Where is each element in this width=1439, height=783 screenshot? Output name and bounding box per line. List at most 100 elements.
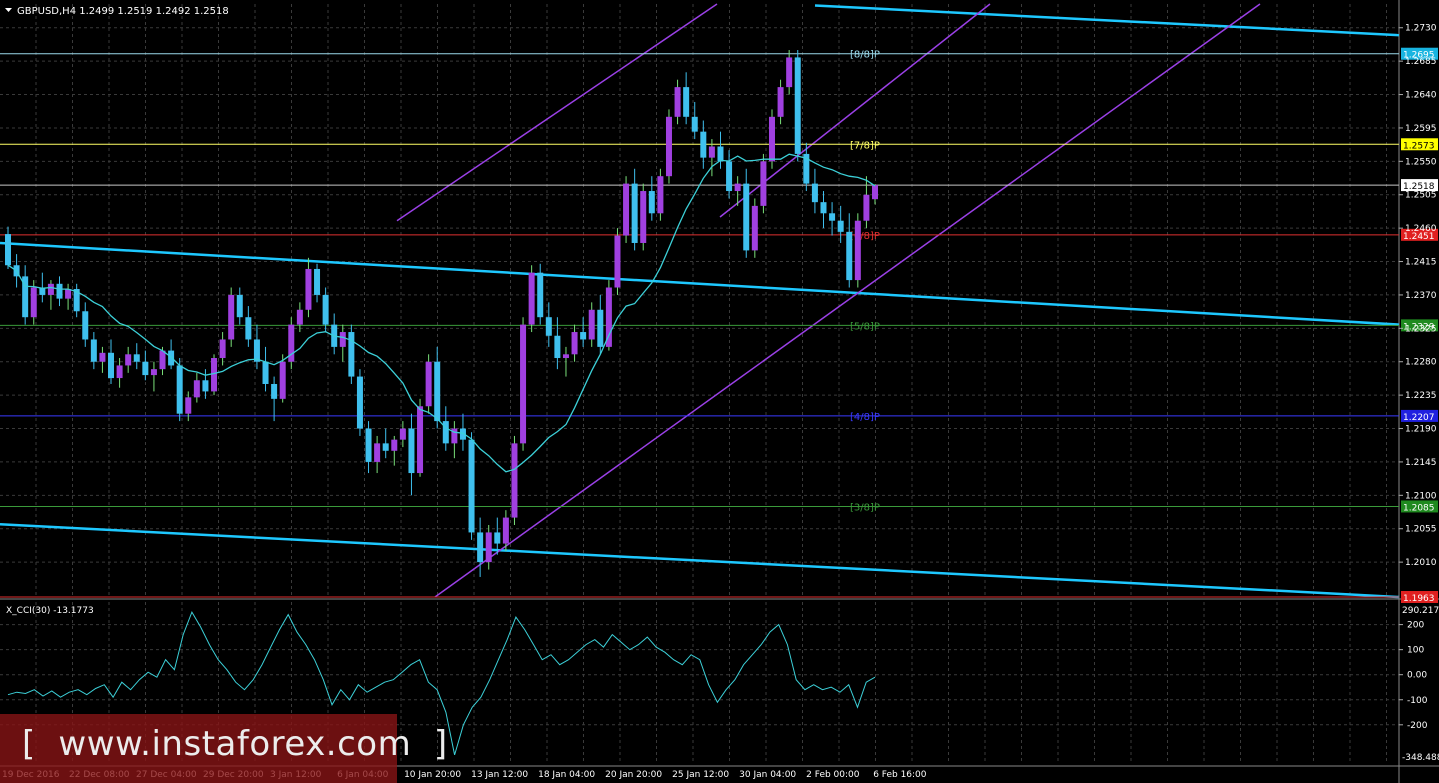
candle-body <box>47 283 54 295</box>
level-label: [5/8]P <box>850 321 880 332</box>
y-tick-label: 1.2235 <box>1405 391 1437 401</box>
cci-min-label: -348.4880 <box>1402 753 1439 763</box>
candle-body <box>477 532 484 563</box>
candle-body <box>562 354 569 359</box>
level-label: [7/8]P <box>850 140 880 151</box>
y-tick-label: 1.2685 <box>1405 57 1437 67</box>
candle-body <box>116 365 123 379</box>
candle-body <box>708 146 715 158</box>
candle-body <box>494 532 501 544</box>
candle-body <box>434 361 441 422</box>
candle-body <box>133 354 140 362</box>
candle-body <box>279 361 286 399</box>
level-price-tag-text: 1.2573 <box>1403 141 1435 151</box>
candle-body <box>863 194 870 221</box>
candle-body <box>786 57 793 88</box>
y-tick-label: 1.2550 <box>1405 157 1437 167</box>
y-tick-label: 1.2325 <box>1405 324 1437 334</box>
cci-header: X_CCI(30) -13.1773 <box>6 606 94 616</box>
candle-body <box>717 146 724 162</box>
y-tick-label: 1.2190 <box>1405 425 1437 435</box>
y-tick-label: 1.2505 <box>1405 191 1437 201</box>
candle-body <box>734 183 741 192</box>
cci-tick-label: 0.00 <box>1407 671 1427 681</box>
candle-body <box>382 443 389 451</box>
candle-body <box>485 532 492 563</box>
level-price-tag-text: 1.2207 <box>1403 413 1435 423</box>
candle-body <box>176 365 183 414</box>
candle-body <box>271 383 278 399</box>
candle-body <box>854 220 861 281</box>
candle-body <box>399 428 406 440</box>
candle-body <box>65 288 72 299</box>
candle-body <box>417 406 424 474</box>
y-tick-label: 1.2100 <box>1405 491 1437 501</box>
candle-body <box>511 443 518 518</box>
cci-tick-label: 100 <box>1407 646 1424 656</box>
candle-body <box>674 87 681 117</box>
candle-body <box>665 116 672 177</box>
candle-body <box>829 213 836 221</box>
candle-body <box>811 183 818 203</box>
candle-body <box>56 283 63 299</box>
candle-body <box>82 311 89 340</box>
level-label: [3/8]P <box>850 502 880 513</box>
candle-body <box>528 272 535 325</box>
candle-body <box>605 287 612 347</box>
y-tick-label: 1.2055 <box>1405 525 1437 535</box>
candle-body <box>99 352 106 362</box>
candle-body <box>580 332 587 340</box>
candle-body <box>253 339 260 362</box>
candle-body <box>794 57 801 154</box>
candle-body <box>125 354 132 366</box>
x-tick-label: 25 Jan 12:00 <box>672 770 729 780</box>
candle-body <box>623 183 630 236</box>
level-label: [8/8]P <box>850 50 880 61</box>
candle-body <box>305 268 312 310</box>
candle-body <box>185 397 192 414</box>
chart-root: [8/8]P 1.2695 [7/8]P 1.2573 1.2518 [6/8]P 1.24… <box>0 0 1439 783</box>
cci-tick-label: -100 <box>1407 696 1428 706</box>
candle-body <box>168 350 175 366</box>
candle-body <box>691 116 698 132</box>
candle-body <box>228 294 235 340</box>
candle-body <box>108 352 115 379</box>
candle-body <box>588 309 595 340</box>
candle-body <box>846 231 853 281</box>
y-tick-label: 1.2595 <box>1405 124 1437 134</box>
candle-body <box>356 376 363 429</box>
x-tick-label: 18 Jan 04:00 <box>538 770 595 780</box>
candle-body <box>365 428 372 462</box>
candle-body <box>245 317 252 340</box>
candle-body <box>442 421 449 444</box>
candle-body <box>700 131 707 158</box>
candle-body <box>90 339 97 362</box>
level-price-tag-text: 1.2085 <box>1403 503 1435 513</box>
candle-body <box>537 272 544 318</box>
candle-body <box>5 234 11 266</box>
candle-body <box>150 369 157 376</box>
y-tick-label: 1.2370 <box>1405 291 1437 301</box>
price-chart[interactable]: [8/8]P 1.2695[7/8]P 1.25731.2518[6/8]P 1.24… <box>0 0 1439 783</box>
y-tick-label: 1.2145 <box>1405 458 1437 468</box>
y-tick-label: 1.2730 <box>1405 24 1437 34</box>
candle-body <box>502 517 509 544</box>
candle-body <box>142 361 149 376</box>
candle-body <box>631 183 638 243</box>
x-tick-label: 20 Jan 20:00 <box>605 770 662 780</box>
level-price-tag-text: 1.1963 <box>1403 594 1435 604</box>
candle-body <box>777 87 784 117</box>
candle-body <box>768 116 775 162</box>
candle-body <box>760 161 767 206</box>
candle-body <box>262 361 269 384</box>
x-tick-label: 2 Feb 00:00 <box>806 770 860 780</box>
candle-body <box>314 268 321 295</box>
candle-body <box>30 287 37 318</box>
watermark-text: [ www.instaforex.com ] <box>22 724 448 764</box>
candle-body <box>348 332 355 377</box>
candle-body <box>683 87 690 117</box>
candle-body <box>743 183 750 251</box>
candle-body <box>751 205 758 251</box>
candle-body <box>648 191 655 214</box>
candle-body <box>554 335 561 359</box>
